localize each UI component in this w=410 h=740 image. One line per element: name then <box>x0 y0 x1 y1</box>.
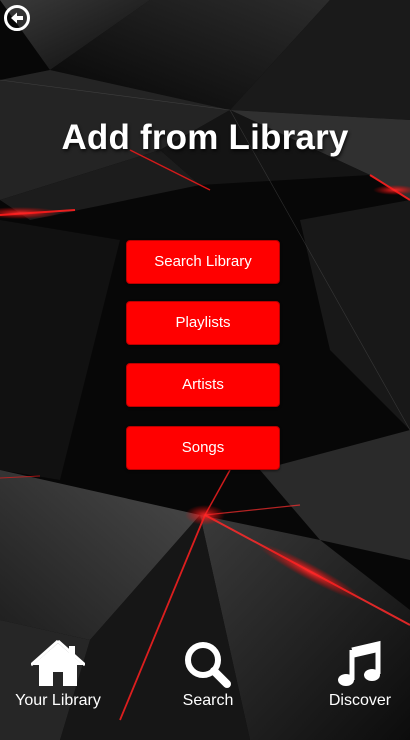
playlists-button[interactable]: Playlists <box>126 301 280 345</box>
back-button[interactable] <box>3 4 31 32</box>
search-icon <box>185 642 231 688</box>
nav-label-search: Search <box>182 692 234 709</box>
page-title: Add from Library <box>61 118 349 157</box>
bottom-nav: Your Library Search Discover <box>0 640 410 740</box>
nav-label-your-library: Your Library <box>15 692 101 709</box>
library-menu: Search Library Playlists Artists Songs <box>126 240 280 488</box>
arrow-left-circle-icon <box>4 5 30 31</box>
nav-item-search[interactable]: Search <box>158 640 258 740</box>
artists-button[interactable]: Artists <box>126 363 280 407</box>
home-icon <box>31 640 85 686</box>
songs-button[interactable]: Songs <box>126 426 280 470</box>
search-library-button[interactable]: Search Library <box>126 240 280 284</box>
nav-item-discover[interactable]: Discover <box>310 640 410 740</box>
nav-label-discover: Discover <box>328 692 392 709</box>
nav-item-your-library[interactable]: Your Library <box>8 640 108 740</box>
music-note-icon <box>338 640 381 686</box>
app-screen: Add from Library Search Library Playlist… <box>0 0 410 740</box>
